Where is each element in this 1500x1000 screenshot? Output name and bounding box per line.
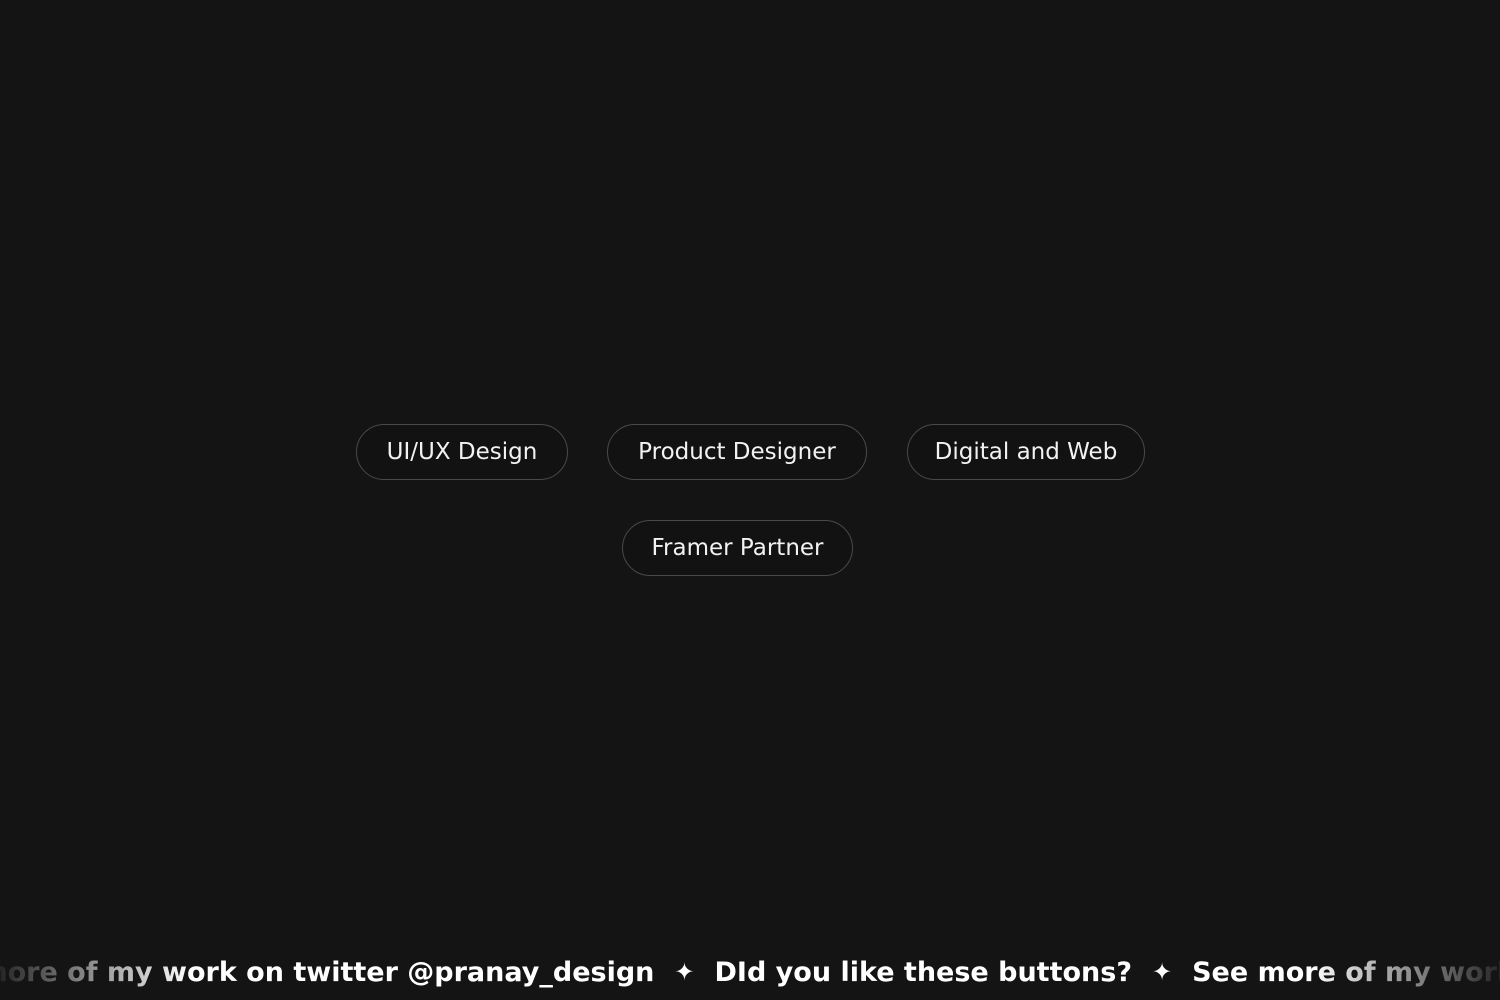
pill-button-framer-partner[interactable]: Framer Partner xyxy=(622,520,853,576)
pill-button-ui-ux-design[interactable]: UI/UX Design xyxy=(356,424,568,480)
marquee-message-twitter[interactable]: See more of my work on twitter @pranay_d… xyxy=(0,957,654,988)
marquee-message-twitter[interactable]: See more of my work on twitter @pranay_d… xyxy=(1192,957,1500,988)
marquee-message-question: DId you like these buttons? xyxy=(714,956,1133,988)
sparkle-icon: ✦ xyxy=(1152,958,1173,986)
pill-button-digital-and-web[interactable]: Digital and Web xyxy=(907,424,1145,480)
marquee-banner: See more of my work on twitter @pranay_d… xyxy=(0,944,1500,1000)
pill-button-product-designer[interactable]: Product Designer xyxy=(607,424,867,480)
marquee-track: See more of my work on twitter @pranay_d… xyxy=(0,944,1500,1000)
page: UI/UX Design Product Designer Digital an… xyxy=(0,0,1500,1000)
sparkle-icon: ✦ xyxy=(674,958,695,986)
